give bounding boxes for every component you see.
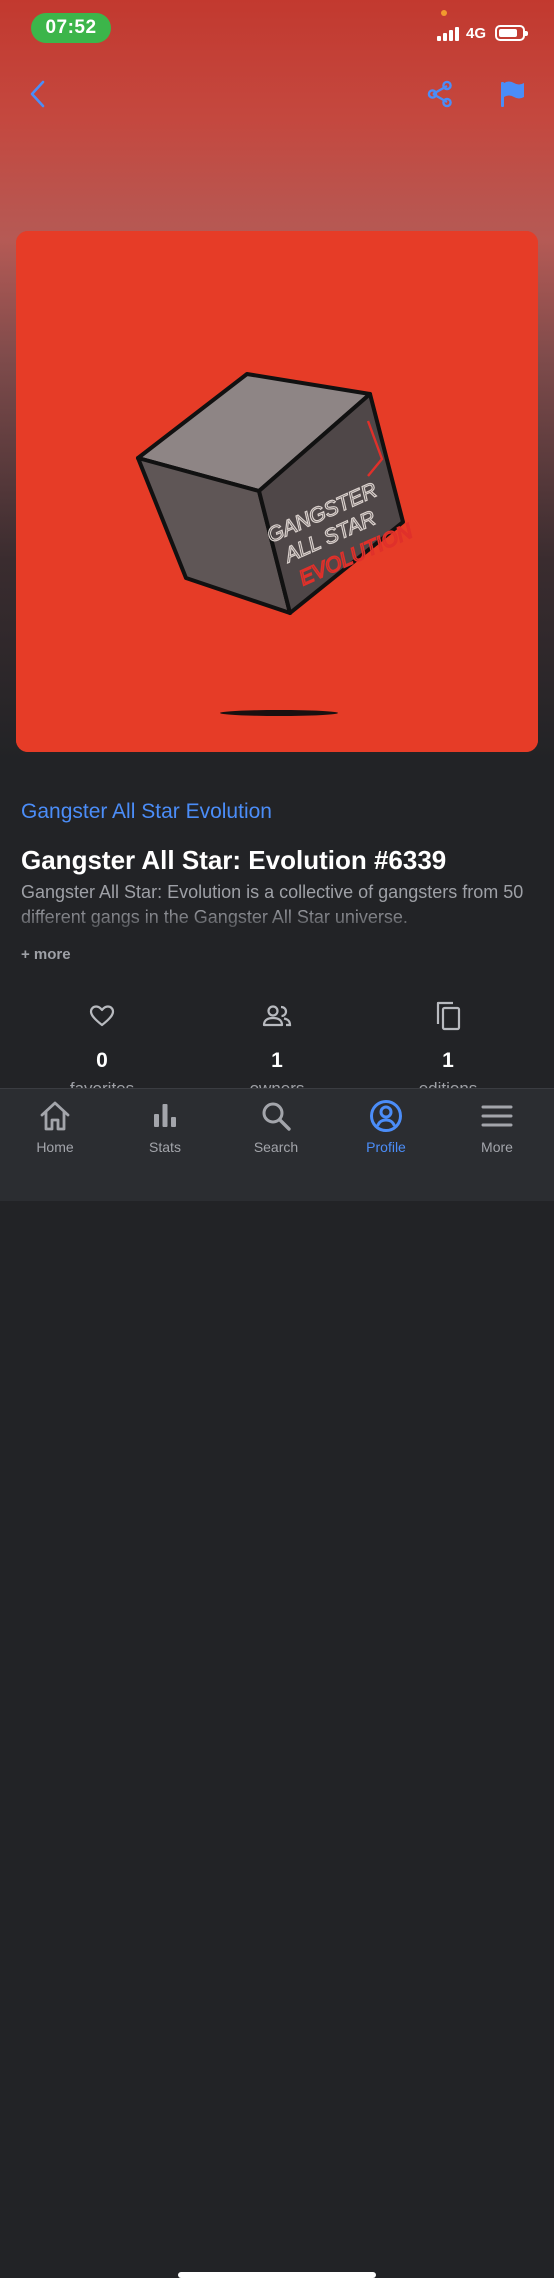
nft-description: Gangster All Star: Evolution is a collec… — [21, 882, 524, 927]
report-button[interactable] — [494, 74, 530, 114]
bottom-tab-bar: Home Stats Search Profile More — [0, 1088, 554, 2278]
favorites-count: 0 — [96, 1049, 108, 1072]
status-time: 07:52 — [31, 13, 111, 43]
cube-artwork-image: GANGSTER ALL STAR EVOLUTION — [16, 231, 538, 752]
copy-icon — [436, 1001, 461, 1031]
stat-editions[interactable]: 1 editions — [368, 995, 528, 1090]
stats-icon — [154, 1104, 176, 1127]
back-button[interactable] — [20, 74, 54, 114]
tab-profile-label: Profile — [366, 1139, 406, 1155]
battery-icon — [495, 25, 528, 41]
menu-icon — [481, 1105, 513, 1127]
status-bar: 07:52 4G — [0, 0, 554, 56]
people-icon — [262, 1005, 292, 1027]
tab-more[interactable]: More — [442, 1099, 552, 1155]
tab-stats[interactable]: Stats — [110, 1099, 220, 1155]
nft-title: Gangster All Star: Evolution #6339 — [21, 845, 447, 875]
stat-favorites[interactable]: 0 favorites — [22, 995, 182, 1090]
owners-count: 1 — [271, 1049, 283, 1072]
tab-stats-label: Stats — [149, 1139, 181, 1155]
show-more-button[interactable]: + more — [21, 946, 71, 963]
tab-profile[interactable]: Profile — [331, 1099, 441, 1155]
top-nav — [0, 68, 554, 120]
profile-icon — [370, 1100, 402, 1132]
chevron-left-icon — [30, 80, 45, 108]
home-icon — [40, 1101, 70, 1131]
search-icon — [262, 1102, 291, 1131]
tab-search-label: Search — [253, 1139, 299, 1155]
collection-link[interactable]: Gangster All Star Evolution — [21, 800, 272, 824]
stat-owners[interactable]: 1 owners — [197, 995, 357, 1090]
tab-home-label: Home — [36, 1139, 74, 1155]
tab-more-label: More — [481, 1139, 513, 1155]
stats-row: 0 favorites 1 owners 1 editions — [0, 995, 554, 1090]
home-indicator — [178, 2272, 376, 2278]
privacy-indicator-dot — [441, 10, 447, 16]
signal-icon — [437, 27, 459, 41]
editions-count: 1 — [442, 1049, 454, 1072]
share-button[interactable] — [422, 74, 458, 114]
tab-search[interactable]: Search — [221, 1099, 331, 1155]
network-type: 4G — [466, 25, 487, 42]
nft-artwork[interactable]: GANGSTER ALL STAR EVOLUTION — [16, 231, 538, 752]
share-icon — [427, 80, 452, 108]
flag-icon — [501, 81, 524, 107]
heart-icon — [89, 1005, 115, 1027]
tab-home[interactable]: Home — [0, 1099, 110, 1155]
